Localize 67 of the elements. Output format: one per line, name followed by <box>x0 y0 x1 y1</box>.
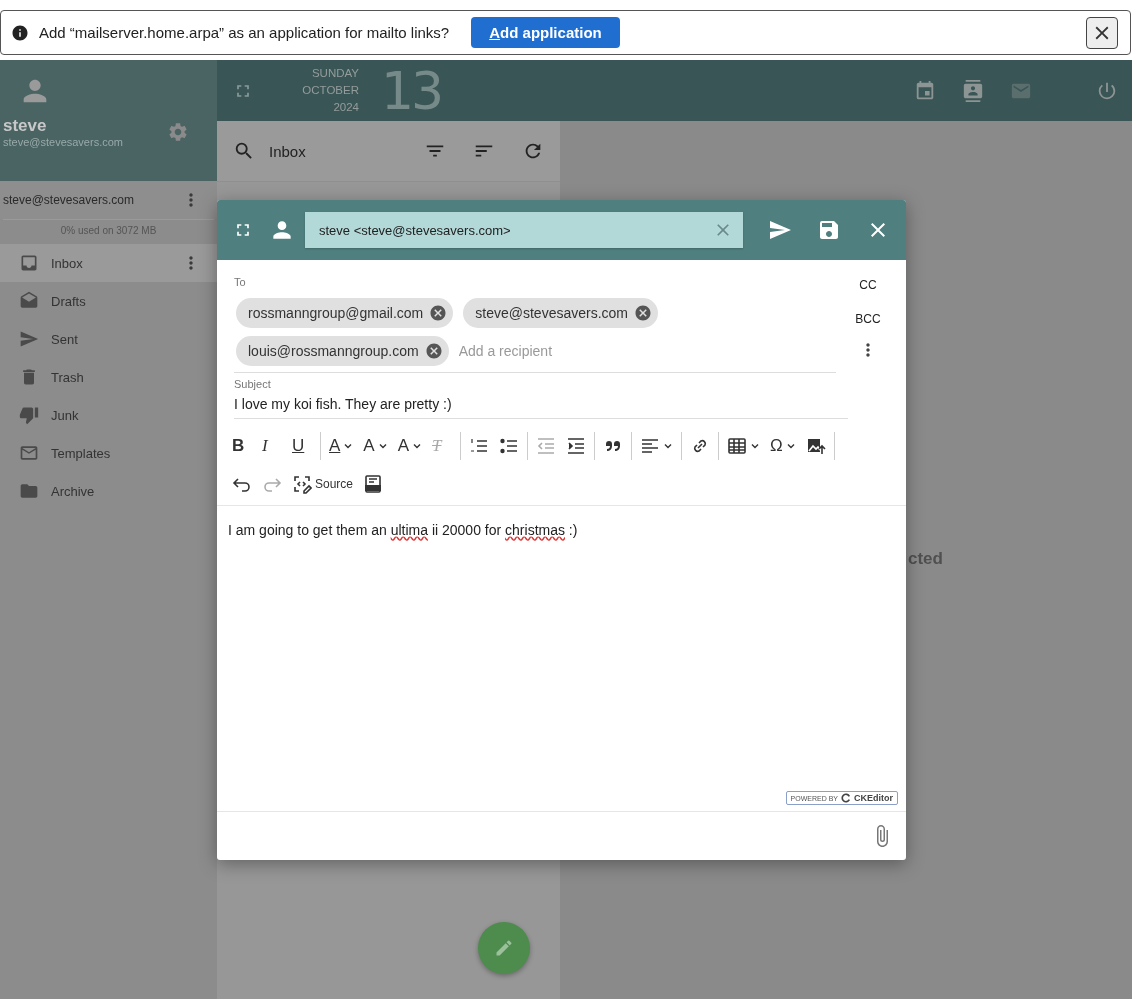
caret-icon <box>785 441 796 451</box>
align-icon <box>640 436 661 456</box>
recipient-chip[interactable]: steve@stevesavers.com <box>463 298 658 328</box>
folder-item[interactable]: Drafts <box>0 282 217 320</box>
calendar-icon[interactable] <box>914 79 936 102</box>
font-color-button[interactable]: A <box>324 431 359 461</box>
folder-icon <box>19 481 39 501</box>
to-label: To <box>234 276 247 288</box>
folder-title: Inbox <box>269 142 306 160</box>
send-icon <box>19 329 39 349</box>
month-text: OCTOBER <box>302 83 359 98</box>
font-size-button[interactable]: A <box>358 431 393 461</box>
notification-message: Add “mailserver.home.arpa” as an application for mailto links? <box>39 24 450 41</box>
bcc-button[interactable]: BCC <box>851 306 885 332</box>
indent-icon <box>566 436 587 456</box>
weekday-text: SUNDAY <box>311 66 359 81</box>
outdent-icon <box>536 436 557 456</box>
source-button[interactable]: Source <box>287 469 359 499</box>
recipient-chip[interactable]: louis@rossmanngroup.com <box>236 336 449 366</box>
close-button[interactable] <box>1086 16 1118 49</box>
open-envelope-icon <box>19 291 39 311</box>
save-icon[interactable] <box>817 218 841 242</box>
info-icon <box>11 23 29 42</box>
year-text: 2024 <box>333 100 359 115</box>
cc-button[interactable]: CC <box>855 272 881 298</box>
user-email: steve@stevesavers.com <box>3 136 124 148</box>
day-number: 13 <box>381 60 442 121</box>
line-height-button[interactable]: A <box>392 431 428 461</box>
empty-state-text: cted <box>908 549 943 568</box>
source-icon <box>292 474 312 494</box>
remove-icon[interactable] <box>424 342 443 360</box>
pencil-icon <box>494 938 514 958</box>
message-body: I am going to get them an ultima ii 20000 for christmas :) <box>228 522 579 538</box>
subject-label: Subject <box>234 378 272 390</box>
inbox-icon <box>19 253 39 273</box>
special-characters-button[interactable]: Ω <box>765 431 801 461</box>
recipient-chip[interactable]: rossmanngroup@gmail.com <box>236 298 454 328</box>
folder-item[interactable]: Templates <box>0 434 217 472</box>
contacts-icon[interactable] <box>962 79 984 102</box>
folder-item[interactable]: Junk <box>0 396 217 434</box>
folder-item[interactable]: Trash <box>0 358 217 396</box>
send-icon[interactable] <box>768 218 792 242</box>
remove-icon[interactable] <box>634 304 652 322</box>
caret-icon <box>343 441 354 451</box>
underline-button[interactable]: U <box>287 431 317 461</box>
add-application-button[interactable]: Add application <box>471 17 620 48</box>
search-icon[interactable] <box>233 140 255 162</box>
folder-item[interactable]: Sent <box>0 320 217 358</box>
envelope-icon <box>19 443 39 463</box>
italic-button[interactable]: I <box>257 431 287 461</box>
caret-icon <box>377 441 388 451</box>
image-upload-icon <box>805 436 826 456</box>
bulleted-list-icon <box>499 436 520 456</box>
remove-icon[interactable] <box>429 304 448 322</box>
folder-item[interactable]: Archive <box>0 472 217 510</box>
folder-item[interactable]: Inbox <box>0 244 217 282</box>
html-embed-icon <box>363 474 384 494</box>
caret-icon <box>663 441 674 451</box>
caret-icon <box>750 441 761 451</box>
sender-field[interactable]: steve <steve@stevesavers.com> <box>305 212 743 248</box>
account-email[interactable]: steve@stevesavers.com <box>3 193 181 207</box>
thumbs-down-icon <box>19 405 39 425</box>
table-icon <box>727 436 748 456</box>
caret-icon <box>412 441 423 451</box>
user-name: steve <box>3 116 48 136</box>
bold-button[interactable]: B <box>227 431 257 461</box>
logo-icon <box>841 793 851 803</box>
